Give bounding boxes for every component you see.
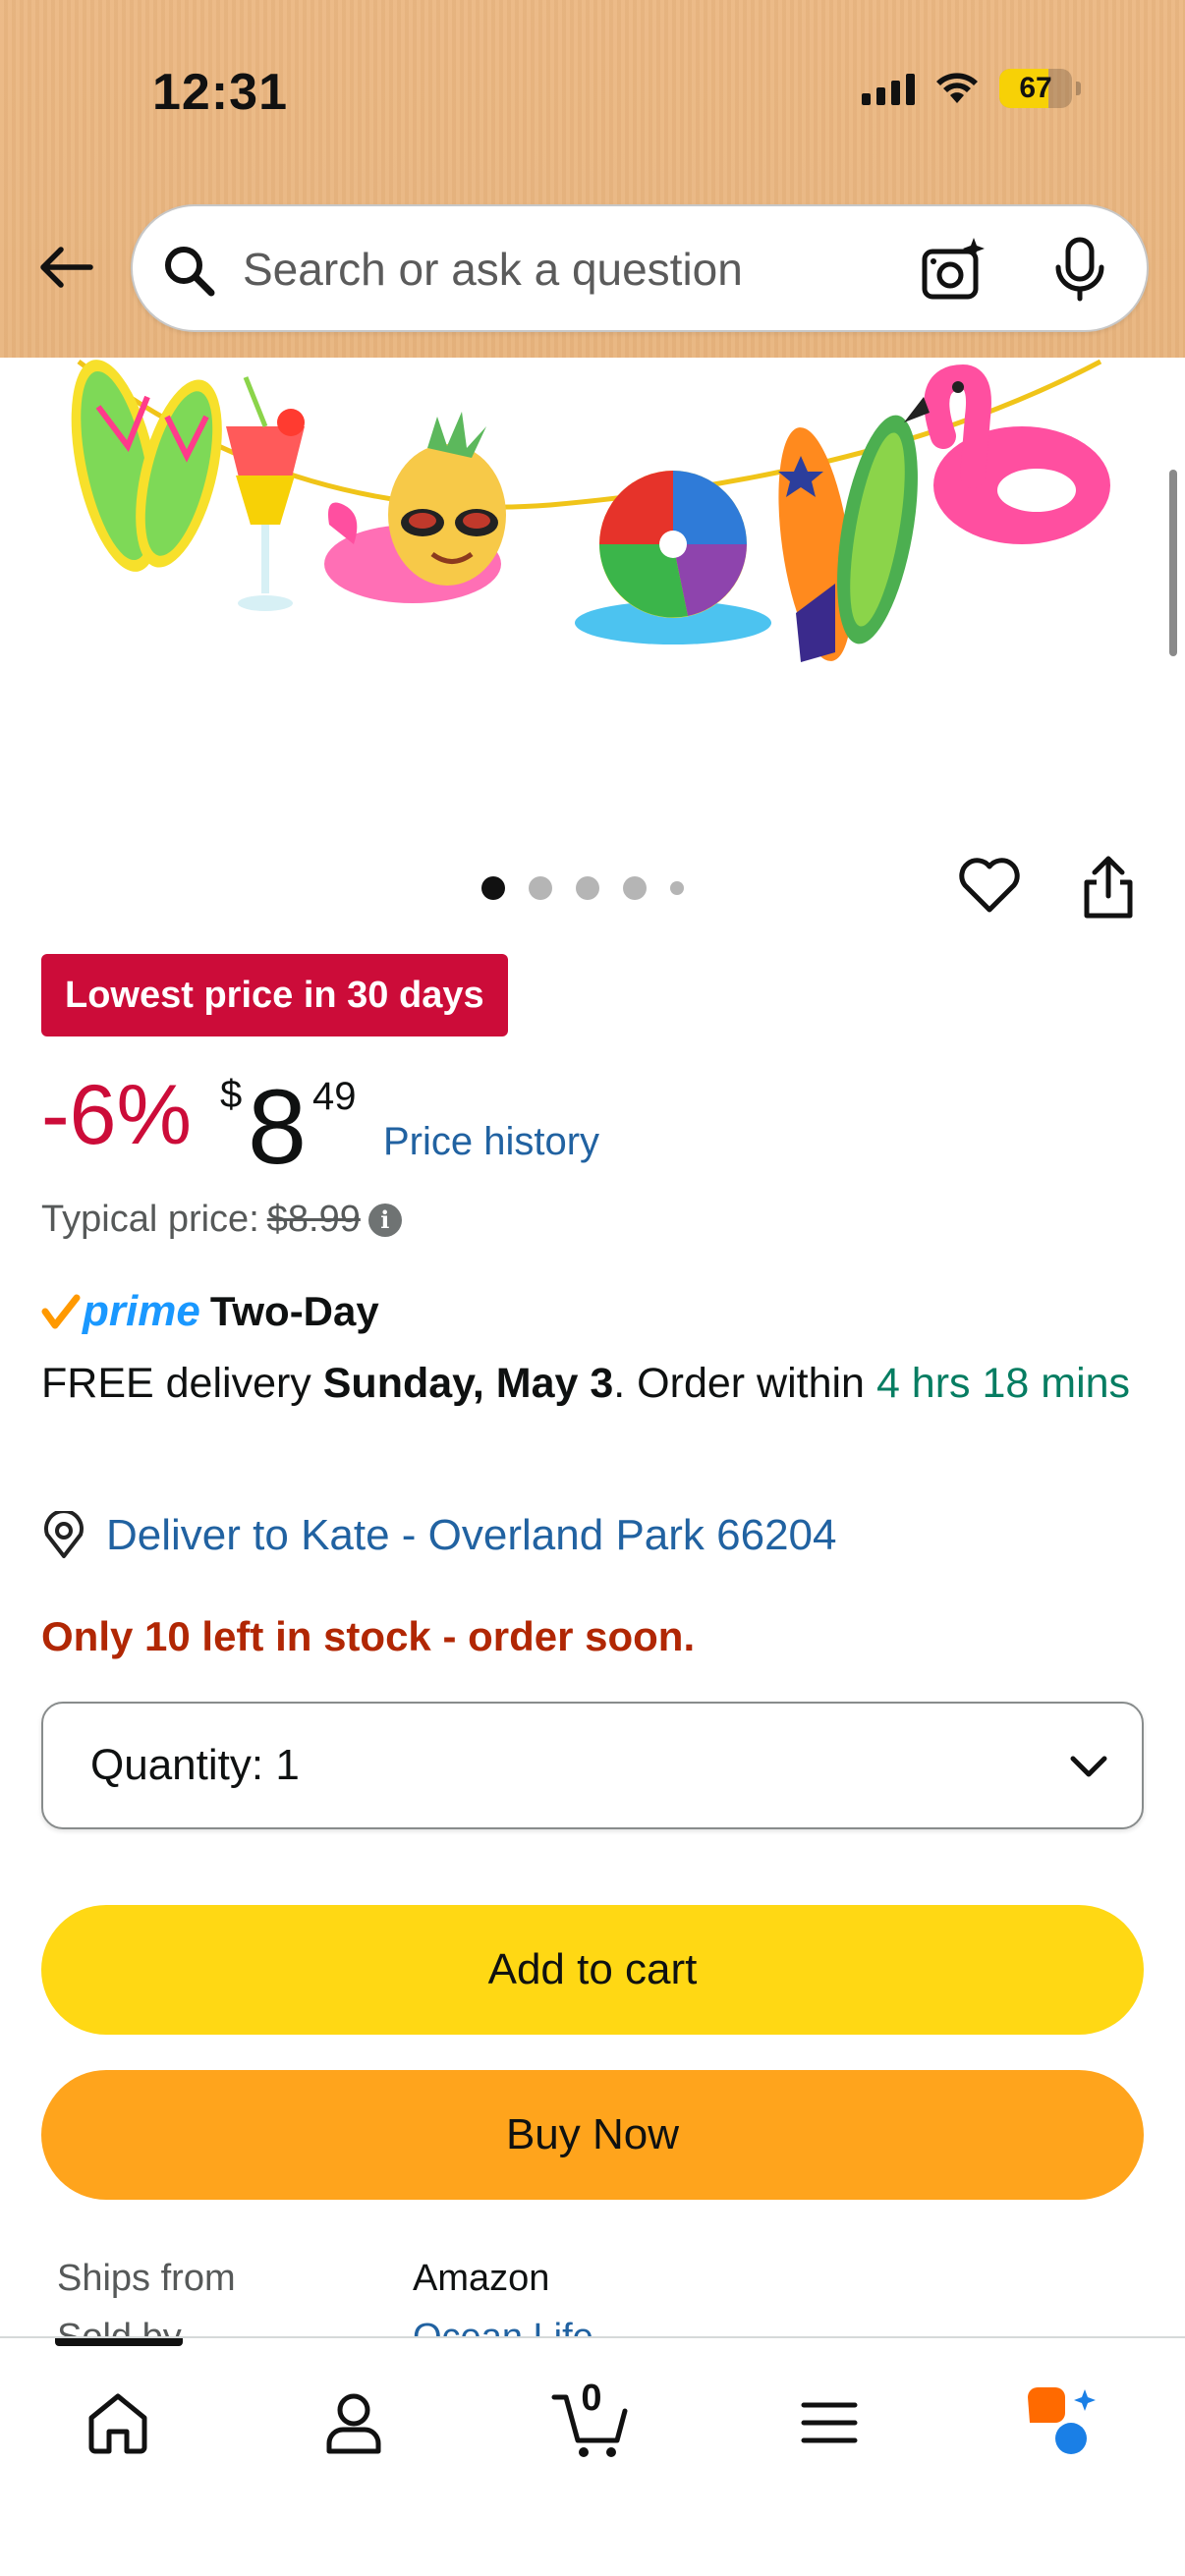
free-delivery-text: FREE delivery: [41, 1360, 311, 1407]
price-currency: $: [220, 1073, 243, 1116]
beach-ball-graphic: [575, 471, 771, 644]
quantity-value: 1: [275, 1741, 300, 1789]
typical-price: Typical price: $8.99 i: [41, 1199, 402, 1241]
share-icon: [1084, 856, 1133, 919]
quantity-label: Quantity: 1: [90, 1741, 300, 1790]
quantity-dropdown[interactable]: Quantity: 1: [41, 1702, 1144, 1829]
nav-rufus[interactable]: [1012, 2374, 1110, 2472]
nav-home[interactable]: [69, 2374, 167, 2472]
microphone-icon: [1055, 237, 1104, 302]
summer-banner-image: [71, 359, 1110, 662]
stock-warning: Only 10 left in stock - order soon.: [41, 1613, 696, 1659]
prime-speed: Two-Day: [209, 1288, 379, 1334]
pineapple-graphic: [324, 412, 506, 603]
prime-check-icon: [41, 1294, 81, 1329]
deliver-to-address[interactable]: Deliver to Kate - Overland Park 66204: [106, 1511, 837, 1560]
active-tab-indicator: [55, 2338, 183, 2346]
location-pin-icon: [44, 1511, 84, 1558]
battery-icon: 67: [999, 69, 1081, 108]
back-button[interactable]: [29, 232, 100, 303]
flip-flops-graphic: [71, 360, 222, 572]
discount-percentage: -6%: [41, 1068, 192, 1162]
nav-cart[interactable]: 0: [542, 2374, 641, 2472]
order-countdown: 4 hrs 18 mins: [875, 1360, 1131, 1407]
carousel-dot-2[interactable]: [529, 876, 552, 900]
prime-label: prime: [83, 1287, 200, 1335]
surfboards-graphic: [778, 415, 918, 662]
app-header: 12:31 67: [0, 0, 1185, 358]
ships-from-value: Amazon: [413, 2258, 550, 2299]
buy-now-button[interactable]: Buy Now: [41, 2070, 1144, 2200]
heart-icon: [959, 858, 1020, 913]
home-icon: [88, 2393, 147, 2454]
image-carousel-dots: [481, 876, 684, 900]
price-history-link[interactable]: Price history: [383, 1120, 599, 1164]
search-input[interactable]: [243, 230, 872, 308]
delivery-date: Sunday, May 3: [322, 1360, 614, 1407]
carousel-dot-3[interactable]: [576, 876, 599, 900]
product-image[interactable]: [0, 358, 1185, 839]
share-button[interactable]: [1079, 853, 1138, 926]
nav-menu[interactable]: [780, 2374, 878, 2472]
carousel-dot-4[interactable]: [623, 876, 647, 900]
search-icon: [165, 247, 215, 297]
chevron-down-icon: [1070, 1756, 1107, 1777]
menu-icon: [801, 2402, 858, 2443]
cart-count-badge: 0: [581, 2378, 602, 2419]
battery-level: 67: [1019, 72, 1052, 104]
order-within-text: . Order within: [613, 1360, 865, 1407]
carousel-dot-1[interactable]: [481, 876, 505, 900]
carousel-dot-5[interactable]: [670, 881, 684, 895]
camera-search-button[interactable]: [919, 236, 988, 309]
scrollbar-thumb[interactable]: [1169, 470, 1177, 656]
deal-badge: Lowest price in 30 days: [41, 954, 508, 1036]
nav-account[interactable]: [305, 2374, 403, 2472]
ships-from-label: Ships from: [57, 2258, 236, 2299]
quantity-label-text: Quantity:: [90, 1741, 264, 1789]
status-time: 12:31: [152, 64, 288, 121]
cellular-signal-icon: [862, 72, 915, 105]
camera-sparkle-icon: [922, 238, 985, 300]
cocktail-graphic: [226, 376, 305, 611]
wifi-icon: [936, 73, 978, 103]
status-icons: 67: [862, 69, 1081, 108]
deliver-to-location[interactable]: Deliver to Kate - Overland Park 66204: [41, 1511, 837, 1560]
back-arrow-icon: [40, 247, 93, 288]
typical-price-label: Typical price:: [41, 1199, 259, 1240]
add-to-wishlist-button[interactable]: [957, 855, 1022, 921]
info-icon[interactable]: i: [367, 1203, 402, 1237]
voice-search-button[interactable]: [1052, 236, 1107, 309]
typical-price-value: $8.99: [266, 1199, 361, 1240]
delivery-message: FREE delivery Sunday, May 3. Order withi…: [41, 1354, 1132, 1413]
account-icon: [326, 2393, 381, 2454]
prime-badge: prime Two-Day: [41, 1287, 379, 1336]
price-fraction: 49: [312, 1075, 357, 1118]
price-whole: 8: [248, 1067, 308, 1186]
rufus-assistant-icon: [1028, 2387, 1096, 2454]
add-to-cart-button[interactable]: Add to cart: [41, 1905, 1144, 2035]
bottom-navigation: 0: [0, 2336, 1185, 2576]
search-bar[interactable]: [131, 204, 1149, 332]
